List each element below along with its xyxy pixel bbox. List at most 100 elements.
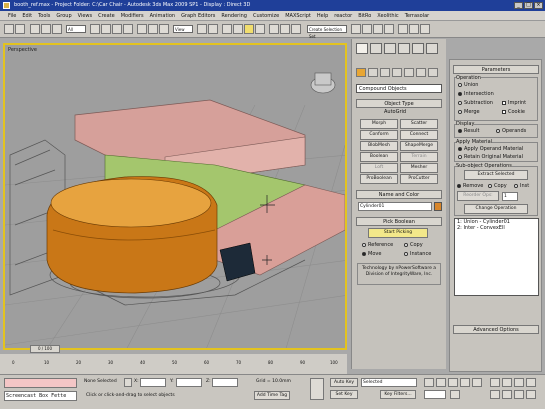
auto-key-button[interactable]: Auto Key — [330, 378, 358, 387]
maxscript-mini-listener[interactable] — [4, 378, 77, 388]
menu-views[interactable]: Views — [78, 13, 92, 19]
time-slider[interactable]: 0 / 100 — [30, 345, 60, 353]
shapes-icon[interactable] — [368, 68, 378, 77]
menu-animation[interactable]: Animation — [150, 13, 176, 19]
menu-help[interactable]: Help — [317, 13, 328, 19]
pivot-center-icon[interactable] — [197, 24, 207, 34]
menu-rendering[interactable]: Rendering — [221, 13, 247, 19]
render-setup-icon[interactable] — [398, 24, 408, 34]
rendered-frame-window-icon[interactable] — [409, 24, 419, 34]
menu-create[interactable]: Create — [98, 13, 115, 19]
layer-manager-icon[interactable] — [351, 24, 361, 34]
close-button[interactable]: × — [534, 2, 543, 9]
parameters-rollout-header[interactable]: Parameters — [453, 65, 539, 74]
edit-named-selection-icon[interactable] — [269, 24, 279, 34]
systems-icon[interactable] — [428, 68, 438, 77]
copy-extract-radio[interactable]: Copy — [488, 183, 507, 189]
select-object-icon[interactable] — [90, 24, 100, 34]
named-selection-sets-dropdown[interactable]: Create Selection Set — [307, 25, 347, 39]
object-name-input[interactable]: Cylinder01 — [358, 202, 432, 211]
reorder-ops-button[interactable]: Reorder Ops: — [457, 191, 499, 201]
menu-customize[interactable]: Customize — [253, 13, 279, 19]
bind-space-warp-icon[interactable] — [52, 24, 62, 34]
zoom-extents-all-icon[interactable] — [526, 378, 536, 387]
maximize-button[interactable]: □ — [524, 2, 533, 9]
schematic-view-icon[interactable] — [373, 24, 383, 34]
render-production-icon[interactable] — [420, 24, 430, 34]
instance-radio[interactable]: Instance — [404, 251, 431, 257]
undo-icon[interactable] — [4, 24, 14, 34]
select-move-icon[interactable] — [137, 24, 147, 34]
lock-selection-icon[interactable] — [124, 378, 132, 387]
retain-original-material-radio[interactable]: Retain Original Material — [458, 154, 523, 160]
menu-terrasolar[interactable]: Terrasolar — [405, 13, 430, 19]
next-frame-icon[interactable] — [460, 378, 470, 387]
inst-radio[interactable]: Inst — [514, 183, 529, 189]
motion-tab-icon[interactable] — [398, 43, 410, 54]
name-and-color-rollout-header[interactable]: Name and Color — [356, 190, 442, 199]
angle-snap-icon[interactable] — [233, 24, 243, 34]
cameras-icon[interactable] — [392, 68, 402, 77]
spinner-snap-icon[interactable] — [255, 24, 265, 34]
menu-bitro[interactable]: BitRo — [358, 13, 371, 19]
object-color-swatch[interactable] — [434, 202, 442, 211]
geometry-icon[interactable] — [356, 68, 366, 77]
operations-list[interactable]: 1: Union - Cylinder01 2: Inter - ConvexE… — [454, 218, 539, 296]
menu-modifiers[interactable]: Modifiers — [121, 13, 144, 19]
current-frame-field[interactable] — [424, 390, 446, 399]
time-configuration-icon[interactable] — [450, 390, 460, 399]
cookie-checkbox[interactable]: Cookie — [502, 109, 525, 115]
advanced-options-rollout-header[interactable]: Advanced Options — [453, 325, 539, 334]
pan-view-icon[interactable] — [502, 390, 512, 399]
set-key-button[interactable]: Set Key — [330, 390, 358, 399]
z-coordinate-field[interactable] — [212, 378, 238, 387]
move-radio[interactable]: Move — [362, 251, 381, 257]
link-icon[interactable] — [30, 24, 40, 34]
scene-render[interactable] — [5, 45, 347, 350]
start-picking-button[interactable]: Start Picking — [368, 228, 428, 238]
key-icon[interactable] — [310, 378, 324, 400]
maximize-viewport-icon[interactable] — [526, 390, 536, 399]
blobmesh-button[interactable]: BlobMesh — [360, 141, 398, 151]
listener-input[interactable]: Screencast Box Fette — [4, 391, 77, 401]
go-to-start-icon[interactable] — [424, 378, 434, 387]
select-scale-icon[interactable] — [159, 24, 169, 34]
y-coordinate-field[interactable] — [176, 378, 202, 387]
menu-group[interactable]: Group — [56, 13, 71, 19]
redo-icon[interactable] — [15, 24, 25, 34]
menu-maxscript[interactable]: MAXScript — [285, 13, 311, 19]
orbit-icon[interactable] — [514, 390, 524, 399]
menu-reactor[interactable]: reactor — [334, 13, 352, 19]
previous-frame-icon[interactable] — [436, 378, 446, 387]
minimize-button[interactable]: _ — [514, 2, 523, 9]
result-radio[interactable]: Result — [458, 128, 479, 134]
zoom-extents-icon[interactable] — [514, 378, 524, 387]
menu-edit[interactable]: Edit — [22, 13, 32, 19]
change-operation-button[interactable]: Change Operation — [464, 204, 528, 214]
snaps-toggle-icon[interactable] — [222, 24, 232, 34]
scatter-button[interactable]: Scatter — [400, 119, 438, 129]
subtraction-radio[interactable]: Subtraction — [458, 100, 493, 106]
object-type-rollout-header[interactable]: Object Type — [356, 99, 442, 108]
space-warps-icon[interactable] — [416, 68, 426, 77]
reference-coordinate-dropdown[interactable]: View — [173, 25, 193, 33]
menu-file[interactable]: File — [8, 13, 16, 19]
add-time-tag-button[interactable]: Add Time Tag — [254, 391, 290, 400]
align-icon[interactable] — [291, 24, 301, 34]
morph-button[interactable]: Morph — [360, 119, 398, 129]
merge-radio[interactable]: Merge — [458, 109, 480, 115]
mesher-button[interactable]: Mesher — [400, 163, 438, 173]
modify-tab-icon[interactable] — [370, 43, 382, 54]
window-crossing-icon[interactable] — [123, 24, 133, 34]
conform-button[interactable]: Conform — [360, 130, 398, 140]
display-tab-icon[interactable] — [412, 43, 424, 54]
imprint-checkbox[interactable]: Imprint — [502, 100, 526, 106]
unlink-icon[interactable] — [41, 24, 51, 34]
hierarchy-tab-icon[interactable] — [384, 43, 396, 54]
apply-operand-material-radio[interactable]: Apply Operand Material — [458, 146, 523, 152]
reorder-ops-spinner[interactable]: 1 — [502, 192, 518, 201]
connect-button[interactable]: Connect — [400, 130, 438, 140]
operands-radio[interactable]: Operands — [496, 128, 526, 134]
curve-editor-icon[interactable] — [362, 24, 372, 34]
selection-filter-dropdown[interactable]: All — [66, 25, 86, 33]
